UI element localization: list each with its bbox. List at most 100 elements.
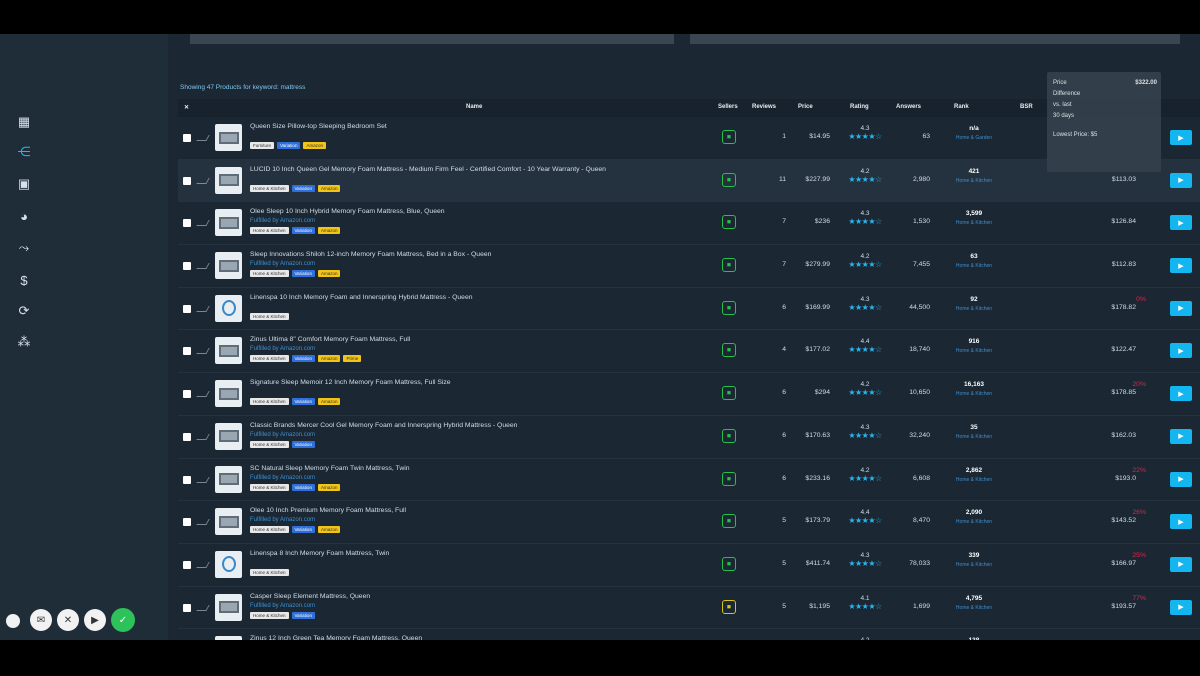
product-title[interactable]: Zinus 12 Inch Green Tea Memory Foam Matt… <box>250 635 670 640</box>
table-row[interactable]: Olee 10 Inch Premium Memory Foam Mattres… <box>178 501 1200 544</box>
view-action-button[interactable]: ▶ <box>1170 386 1192 402</box>
trend-icon[interactable]: ⤳ <box>14 238 34 258</box>
row-checkbox[interactable] <box>183 347 191 356</box>
product-thumbnail[interactable] <box>215 252 242 280</box>
rank-category[interactable]: Home & Kitchen <box>948 562 1000 568</box>
product-thumbnail[interactable] <box>215 294 242 322</box>
row-checkbox[interactable] <box>183 518 191 527</box>
col-price[interactable]: Price <box>798 104 813 110</box>
table-row[interactable]: Linenspa 10 Inch Memory Foam and Innersp… <box>178 287 1200 331</box>
view-action-button[interactable]: ▶ <box>1170 215 1192 231</box>
row-checkbox[interactable] <box>183 176 191 185</box>
product-title[interactable]: Linenspa 8 Inch Memory Foam Mattress, Tw… <box>250 550 670 557</box>
row-checkbox[interactable] <box>183 390 191 399</box>
trend-icon[interactable] <box>196 263 210 270</box>
product-thumbnail[interactable] <box>215 380 242 408</box>
product-title[interactable]: Queen Size Pillow-top Sleeping Bedroom S… <box>250 123 670 130</box>
view-action-button[interactable]: ▶ <box>1170 130 1192 145</box>
trend-icon[interactable] <box>196 135 210 141</box>
product-thumbnail[interactable] <box>215 508 242 536</box>
rank-category[interactable]: Home & Kitchen <box>948 348 1000 354</box>
product-thumbnail[interactable] <box>215 209 242 237</box>
product-title[interactable]: Signature Sleep Memoir 12 Inch Memory Fo… <box>250 379 670 386</box>
product-title[interactable]: Zinus Ultima 8" Comfort Memory Foam Matt… <box>250 336 670 343</box>
trend-icon[interactable] <box>196 391 210 398</box>
product-title[interactable]: Olee 10 Inch Premium Memory Foam Mattres… <box>250 507 670 514</box>
row-checkbox[interactable] <box>183 475 191 484</box>
rank-category[interactable]: Home & Kitchen <box>948 477 1000 483</box>
col-answers[interactable]: Answers <box>896 104 921 110</box>
view-action-button[interactable]: ▶ <box>1170 599 1192 615</box>
product-thumbnail[interactable] <box>215 465 242 493</box>
product-title[interactable]: Linenspa 10 Inch Memory Foam and Innersp… <box>250 294 670 301</box>
rank-category[interactable]: Home & Kitchen <box>948 391 1000 397</box>
col-sellers[interactable]: Sellers <box>718 104 738 110</box>
table-row[interactable]: Zinus 12 Inch Green Tea Memory Foam Matt… <box>178 629 1200 640</box>
dot-icon[interactable] <box>6 614 20 628</box>
image-icon[interactable]: ▣ <box>14 174 34 194</box>
product-thumbnail[interactable] <box>215 422 242 450</box>
col-rating[interactable]: Rating <box>850 104 869 110</box>
trend-icon[interactable] <box>196 519 210 526</box>
rank-category[interactable]: Home & Kitchen <box>948 178 1000 184</box>
col-reviews[interactable]: Reviews <box>752 104 776 110</box>
view-action-button[interactable]: ▶ <box>1170 514 1192 530</box>
view-action-button[interactable]: ▶ <box>1170 172 1192 188</box>
table-row[interactable]: Olee Sleep 10 Inch Hybrid Memory Foam Ma… <box>178 202 1200 246</box>
trend-icon[interactable] <box>196 433 210 440</box>
trend-icon[interactable] <box>196 220 210 227</box>
table-row[interactable]: Signature Sleep Memoir 12 Inch Memory Fo… <box>178 373 1200 416</box>
trend-icon[interactable] <box>196 561 210 568</box>
row-checkbox[interactable] <box>183 262 191 271</box>
rank-category[interactable]: Home & Kitchen <box>948 306 1000 312</box>
product-thumbnail[interactable] <box>215 636 242 640</box>
product-title[interactable]: Sleep Innovations Shiloh 12-inch Memory … <box>250 251 670 258</box>
table-row[interactable]: Zinus Ultima 8" Comfort Memory Foam Matt… <box>178 330 1200 374</box>
play-icon[interactable]: ▶ <box>84 609 106 631</box>
col-rank[interactable]: Rank <box>954 104 969 110</box>
refresh-icon[interactable]: ⟳ <box>14 301 34 321</box>
trend-icon[interactable] <box>196 476 210 483</box>
view-action-button[interactable]: ▶ <box>1170 343 1192 359</box>
close-icon[interactable]: ✕ <box>57 609 79 631</box>
rank-category[interactable]: Home & Garden <box>948 135 1000 141</box>
product-title[interactable]: Classic Brands Mercer Cool Gel Memory Fo… <box>250 422 670 429</box>
dollar-icon[interactable]: $ <box>14 270 34 290</box>
col-name[interactable]: Name <box>466 104 482 110</box>
select-all-checkbox[interactable]: ✕ <box>184 104 189 111</box>
col-bsr[interactable]: BSR <box>1020 104 1033 110</box>
product-thumbnail[interactable] <box>215 593 242 621</box>
table-row[interactable]: Sleep Innovations Shiloh 12-inch Memory … <box>178 245 1200 288</box>
view-action-button[interactable]: ▶ <box>1170 300 1192 316</box>
row-checkbox[interactable] <box>183 432 191 441</box>
product-title[interactable]: Casper Sleep Element Mattress, Queen <box>250 593 670 600</box>
message-icon[interactable]: ✉ <box>30 609 52 631</box>
rank-category[interactable]: Home & Kitchen <box>948 519 1000 525</box>
table-row[interactable]: SC Natural Sleep Memory Foam Twin Mattre… <box>178 458 1200 502</box>
rank-category[interactable]: Home & Kitchen <box>948 605 1000 611</box>
rank-category[interactable]: Home & Kitchen <box>948 434 1000 440</box>
dashboard-icon[interactable]: ▦ <box>14 112 34 132</box>
product-thumbnail[interactable] <box>215 337 242 365</box>
rank-category[interactable]: Home & Kitchen <box>948 263 1000 269</box>
product-title[interactable]: LUCID 10 Inch Queen Gel Memory Foam Matt… <box>250 166 670 173</box>
product-title[interactable]: Olee Sleep 10 Inch Hybrid Memory Foam Ma… <box>250 208 670 215</box>
row-checkbox[interactable] <box>183 603 191 612</box>
view-action-button[interactable]: ▶ <box>1170 556 1192 572</box>
network-icon[interactable]: ⋲ <box>14 142 34 162</box>
row-checkbox[interactable] <box>183 219 191 228</box>
view-action-button[interactable]: ▶ <box>1170 428 1192 444</box>
row-checkbox[interactable] <box>183 134 191 142</box>
view-action-button[interactable]: ▶ <box>1170 471 1192 487</box>
product-thumbnail[interactable] <box>215 550 242 578</box>
row-checkbox[interactable] <box>183 560 191 569</box>
pie-chart-icon[interactable]: ◕ <box>14 206 34 226</box>
product-thumbnail[interactable] <box>215 166 242 194</box>
table-row[interactable]: Linenspa 8 Inch Memory Foam Mattress, Tw… <box>178 543 1200 587</box>
trend-icon[interactable] <box>196 604 210 611</box>
table-row[interactable]: Classic Brands Mercer Cool Gel Memory Fo… <box>178 415 1200 459</box>
product-thumbnail[interactable] <box>215 124 242 151</box>
trend-icon[interactable] <box>196 305 210 312</box>
row-checkbox[interactable] <box>183 304 191 313</box>
search-input[interactable] <box>190 34 674 44</box>
